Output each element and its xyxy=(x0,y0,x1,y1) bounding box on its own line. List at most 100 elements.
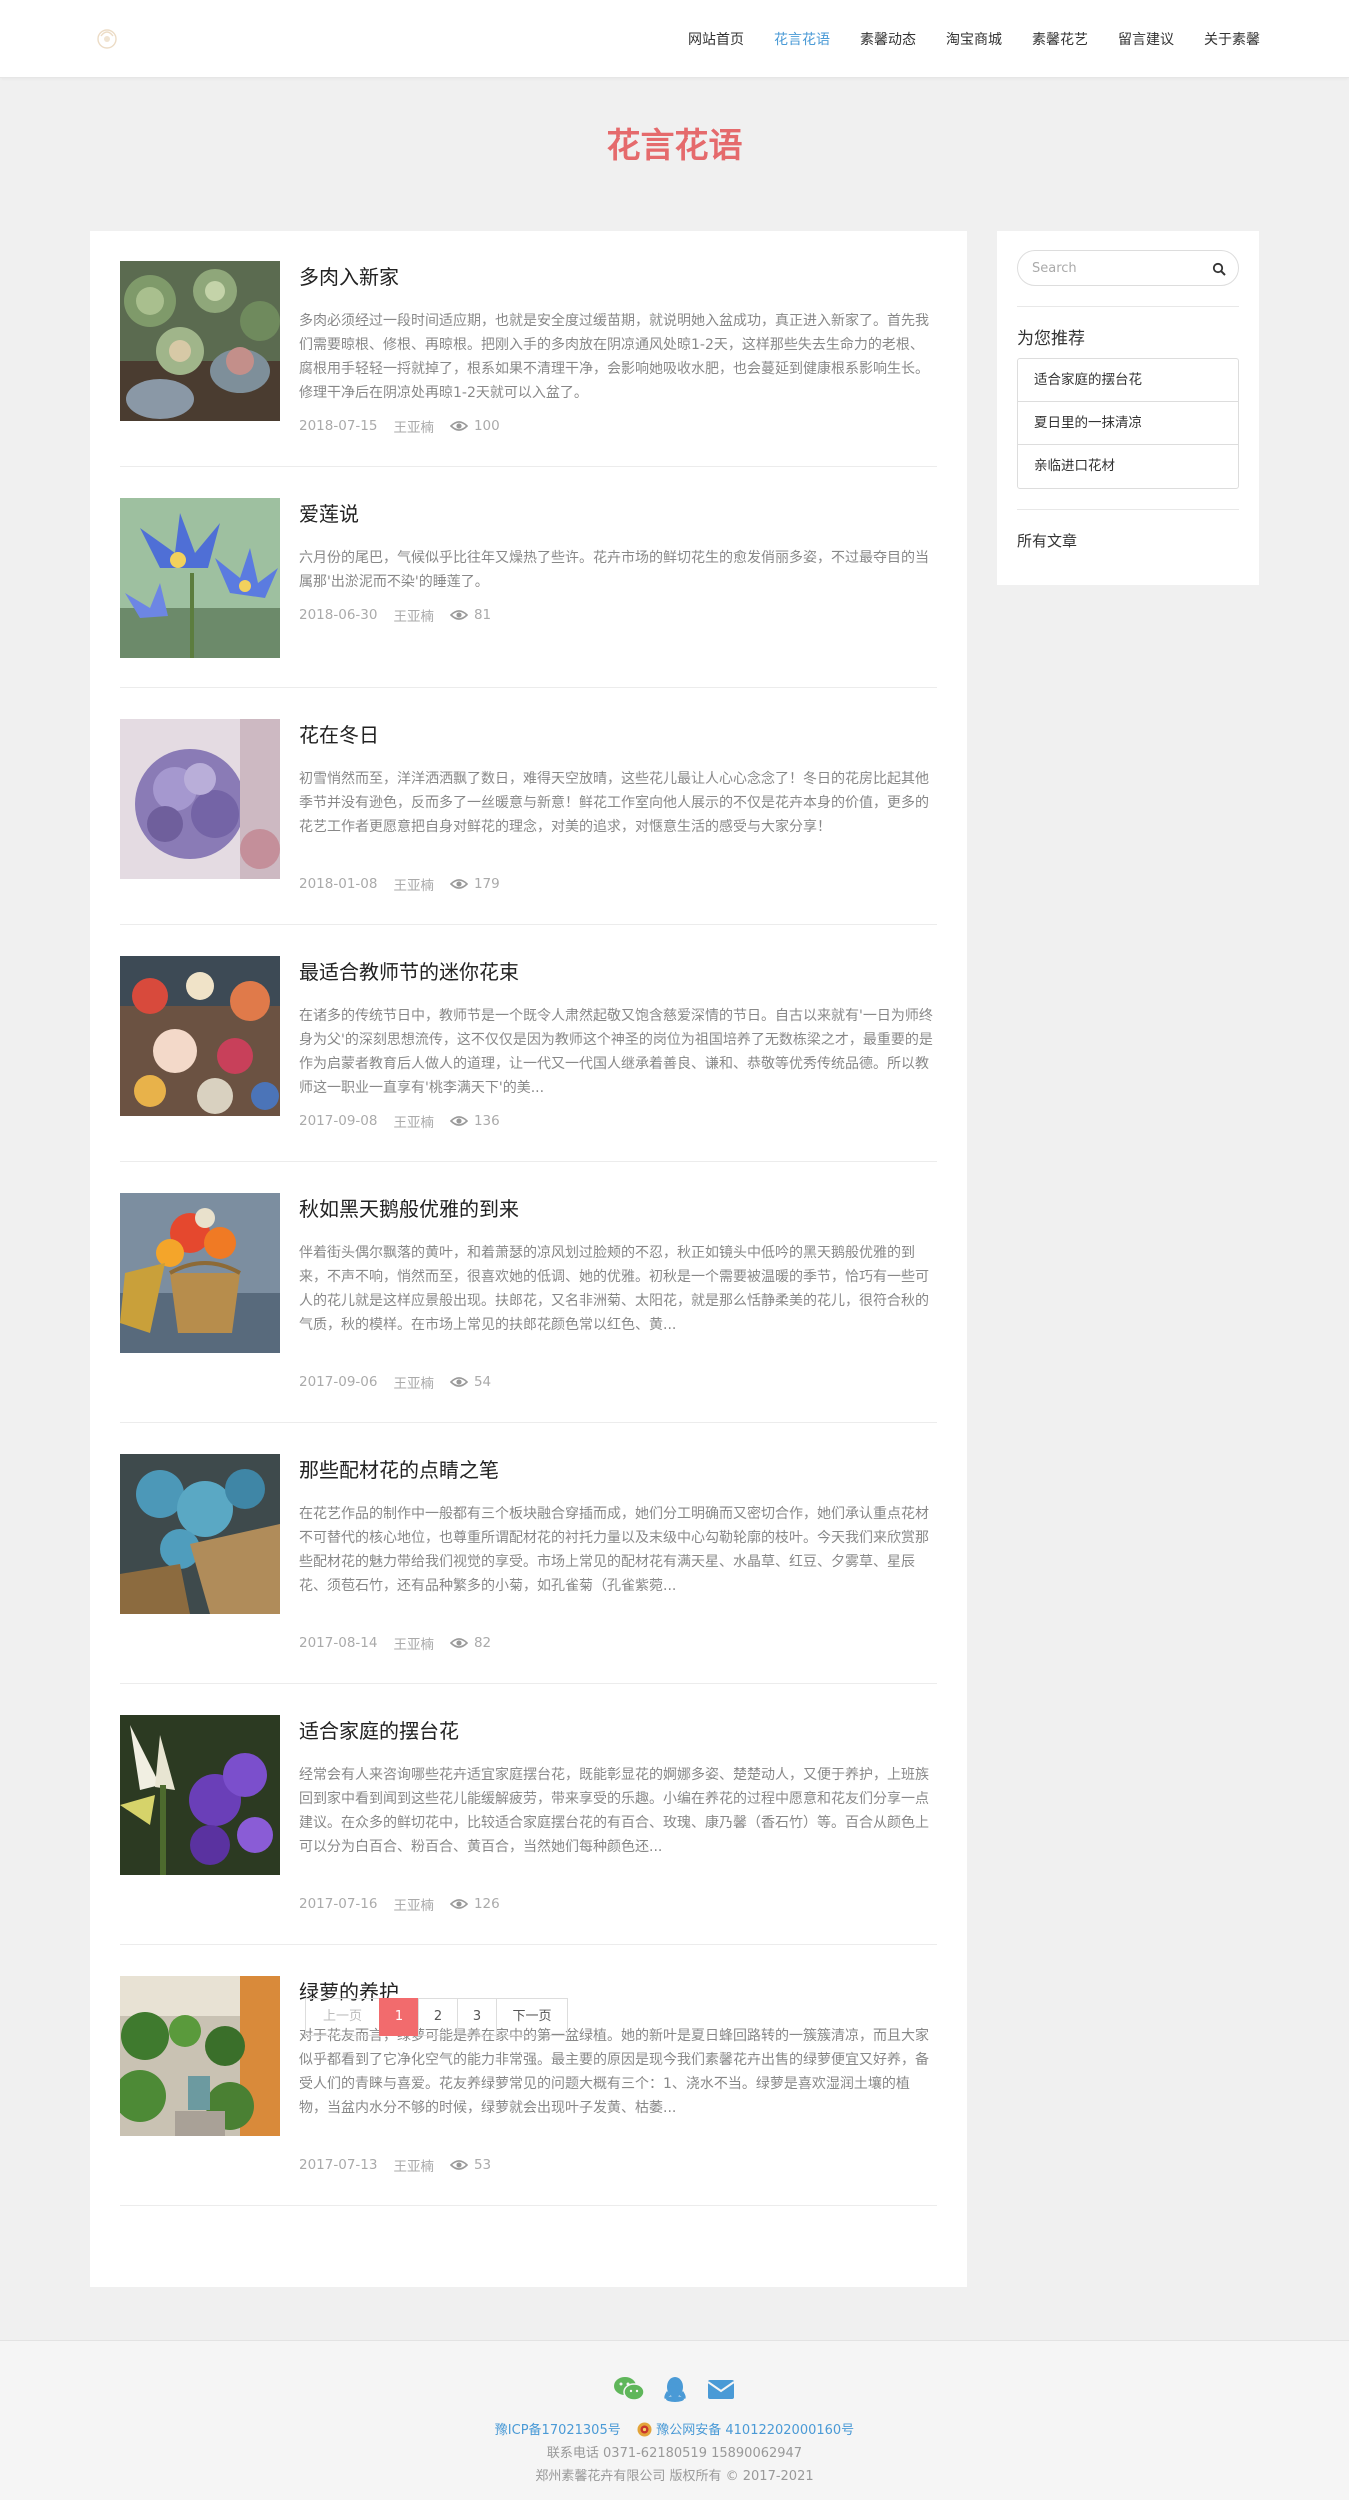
nav-news[interactable]: 素馨动态 xyxy=(860,29,916,49)
article-author[interactable]: 王亚楠 xyxy=(393,1894,434,1914)
article-date: 2017-09-08 xyxy=(299,1113,378,1129)
article-item: 适合家庭的摆台花 经常会有人来咨询哪些花卉适宜家庭摆台花，既能彰显花的婀娜多姿、… xyxy=(120,1715,937,1945)
article-excerpt: 经常会有人来咨询哪些花卉适宜家庭摆台花，既能彰显花的婀娜多姿、楚楚动人，又便于养… xyxy=(299,1767,929,1855)
article-title[interactable]: 爱莲说 xyxy=(299,498,359,527)
eye-icon xyxy=(449,2160,468,2170)
sidebar: 为您推荐 适合家庭的摆台花 夏日里的一抹清凉 亲临进口花材 所有文章 xyxy=(997,231,1259,585)
article-item: 多肉入新家 多肉必须经过一段时间适应期，也就是安全度过缓苗期，就说明她入盆成功，… xyxy=(120,261,937,467)
article-title[interactable]: 花在冬日 xyxy=(299,719,379,748)
all-articles-link[interactable]: 所有文章 xyxy=(1017,530,1077,551)
article-date: 2018-01-08 xyxy=(299,876,378,892)
article-excerpt: 多肉必须经过一段时间适应期，也就是安全度过缓苗期，就说明她入盆成功，真正进入新家… xyxy=(299,313,929,401)
social-icons xyxy=(0,2375,1349,2403)
recommend-heading: 为您推荐 xyxy=(1017,329,1085,349)
footer-copyright: 郑州素馨花卉有限公司 版权所有 © 2017-2021 xyxy=(535,2469,814,2484)
pagination-page-2[interactable]: 2 xyxy=(418,1998,458,2036)
search-icon[interactable] xyxy=(1212,262,1226,276)
article-item: 最适合教师节的迷你花束 在诸多的传统节日中，教师节是一个既令人肃然起敬又饱含慈爱… xyxy=(120,956,937,1162)
article-views: 126 xyxy=(473,1896,500,1912)
article-date: 2018-06-30 xyxy=(299,607,378,623)
nav-guestbook[interactable]: 留言建议 xyxy=(1118,29,1174,49)
recommend-item[interactable]: 夏日里的一抹清凉 xyxy=(1018,402,1238,445)
eye-icon xyxy=(449,879,468,889)
nav-home[interactable]: 网站首页 xyxy=(688,29,744,49)
article-meta: 2018-06-30 王亚楠 81 xyxy=(299,605,507,625)
recommend-item[interactable]: 亲临进口花材 xyxy=(1018,445,1238,488)
police-record-link[interactable]: 豫公网安备 41012202000160号 xyxy=(656,2423,854,2438)
qq-icon[interactable] xyxy=(659,2375,691,2403)
wechat-icon[interactable] xyxy=(613,2375,645,2403)
article-author[interactable]: 王亚楠 xyxy=(393,416,434,436)
mail-icon[interactable] xyxy=(705,2375,737,2403)
article-item: 秋如黑天鹅般优雅的到来 伴着街头偶尔飘落的黄叶，和着萧瑟的凉风划过脸颊的不忍，秋… xyxy=(120,1193,937,1423)
article-title[interactable]: 最适合教师节的迷你花束 xyxy=(299,956,519,985)
nav-about[interactable]: 关于素馨 xyxy=(1204,29,1260,49)
top-navbar: 网站首页 花言花语 素馨动态 淘宝商城 素馨花艺 留言建议 关于素馨 xyxy=(0,0,1349,78)
article-item: 爱莲说 六月份的尾巴，气候似乎比往年又燥热了些许。花卉市场的鲜切花生的愈发俏丽多… xyxy=(120,498,937,688)
nav-taobao-shop[interactable]: 淘宝商城 xyxy=(946,29,1002,49)
pagination-page-1[interactable]: 1 xyxy=(379,1998,419,2036)
article-title[interactable]: 那些配材花的点睛之笔 xyxy=(299,1454,499,1483)
article-date: 2017-07-16 xyxy=(299,1896,378,1912)
article-excerpt: 在诸多的传统节日中，教师节是一个既令人肃然起敬又饱含慈爱深情的节日。自古以来就有… xyxy=(299,1008,933,1096)
article-title[interactable]: 秋如黑天鹅般优雅的到来 xyxy=(299,1193,519,1222)
article-thumbnail[interactable] xyxy=(120,261,280,421)
article-meta: 2017-09-08 王亚楠 136 xyxy=(299,1111,516,1131)
pagination-prev[interactable]: 上一页 xyxy=(305,1998,380,2036)
divider xyxy=(1017,306,1239,307)
article-thumbnail[interactable] xyxy=(120,956,280,1116)
pagination-page-3[interactable]: 3 xyxy=(457,1998,497,2036)
article-author[interactable]: 王亚楠 xyxy=(393,1633,434,1653)
article-author[interactable]: 王亚楠 xyxy=(393,1111,434,1131)
article-thumbnail[interactable] xyxy=(120,1454,280,1614)
article-thumbnail[interactable] xyxy=(120,498,280,658)
article-author[interactable]: 王亚楠 xyxy=(393,605,434,625)
eye-icon xyxy=(449,1899,468,1909)
police-badge-icon xyxy=(637,2422,652,2437)
article-excerpt: 伴着街头偶尔飘落的黄叶，和着萧瑟的凉风划过脸颊的不忍，秋正如镜头中低吟的黑天鹅般… xyxy=(299,1245,929,1333)
eye-icon xyxy=(449,1116,468,1126)
footer-phone: 联系电话 0371-62180519 15890062947 xyxy=(546,2446,803,2461)
article-date: 2018-07-15 xyxy=(299,418,378,434)
article-date: 2017-07-13 xyxy=(299,2157,378,2173)
pagination: 上一页 1 2 3 下一页 xyxy=(305,1998,568,2036)
article-views: 81 xyxy=(473,607,492,623)
article-thumbnail[interactable] xyxy=(120,719,280,879)
article-views: 100 xyxy=(473,418,500,434)
nav-flower-language[interactable]: 花言花语 xyxy=(774,29,830,49)
article-thumbnail[interactable] xyxy=(120,1715,280,1875)
article-meta: 2018-07-15 王亚楠 100 xyxy=(299,416,516,436)
eye-icon xyxy=(449,610,468,620)
article-author[interactable]: 王亚楠 xyxy=(393,2155,434,2175)
article-thumbnail[interactable] xyxy=(120,1193,280,1353)
article-title[interactable]: 适合家庭的摆台花 xyxy=(299,1715,459,1744)
article-date: 2017-09-06 xyxy=(299,1374,378,1390)
footer-registration: 豫ICP备17021305号 豫公网安备 41012202000160号 xyxy=(0,2419,1349,2438)
article-views: 54 xyxy=(473,1374,492,1390)
article-meta: 2017-07-16 王亚楠 126 xyxy=(299,1894,516,1914)
site-logo[interactable] xyxy=(93,24,121,52)
article-excerpt: 初雪悄然而至，洋洋洒洒飘了数日，难得天空放晴，这些花儿最让人心心念念了！冬日的花… xyxy=(299,771,929,835)
divider xyxy=(1017,509,1239,510)
article-thumbnail[interactable] xyxy=(120,1976,280,2136)
article-item: 花在冬日 初雪悄然而至，洋洋洒洒飘了数日，难得天空放晴，这些花儿最让人心心念念了… xyxy=(120,719,937,925)
article-title[interactable]: 多肉入新家 xyxy=(299,261,399,290)
article-views: 179 xyxy=(473,876,500,892)
eye-icon xyxy=(449,1377,468,1387)
footer: 豫ICP备17021305号 豫公网安备 41012202000160号 联系电… xyxy=(0,2340,1349,2500)
eye-icon xyxy=(449,421,468,431)
article-excerpt: 六月份的尾巴，气候似乎比往年又燥热了些许。花卉市场的鲜切花生的愈发俏丽多姿，不过… xyxy=(299,550,929,590)
eye-icon xyxy=(449,1638,468,1648)
article-meta: 2018-01-08 王亚楠 179 xyxy=(299,874,516,894)
article-author[interactable]: 王亚楠 xyxy=(393,874,434,894)
article-author[interactable]: 王亚楠 xyxy=(393,1372,434,1392)
main-nav: 网站首页 花言花语 素馨动态 淘宝商城 素馨花艺 留言建议 关于素馨 xyxy=(658,0,1260,78)
recommend-item[interactable]: 适合家庭的摆台花 xyxy=(1018,359,1238,402)
article-meta: 2017-09-06 王亚楠 54 xyxy=(299,1372,507,1392)
icp-link[interactable]: 豫ICP备17021305号 xyxy=(495,2423,621,2438)
article-excerpt: 在花艺作品的制作中一般都有三个板块融合穿插而成，她们分工明确而又密切合作，她们承… xyxy=(299,1506,929,1594)
pagination-next[interactable]: 下一页 xyxy=(496,1998,568,2036)
search-input[interactable] xyxy=(1032,259,1202,277)
article-list: 多肉入新家 多肉必须经过一段时间适应期，也就是安全度过缓苗期，就说明她入盆成功，… xyxy=(90,231,967,2287)
nav-floral-art[interactable]: 素馨花艺 xyxy=(1032,29,1088,49)
